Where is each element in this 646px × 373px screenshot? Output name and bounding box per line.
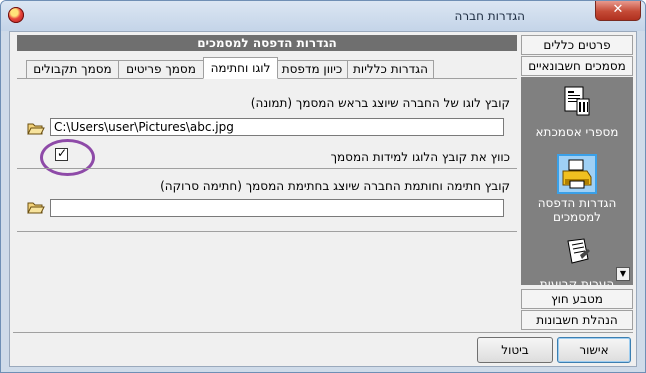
main-content: הגדרות הדפסה למסמכים הגדרות כלליות כיוון… xyxy=(17,35,517,331)
tab-receipts-document[interactable]: מסמך תקבולים xyxy=(26,60,119,79)
nav-item-label-line1: הגדרות הדפסה xyxy=(537,196,617,210)
app-logo-icon xyxy=(8,7,24,23)
folder-open-icon[interactable] xyxy=(27,120,45,136)
settings-nav: פרטים כללים מסמכים חשבונאיים מספרי אסמכת… xyxy=(521,35,633,331)
signature-path-input[interactable] xyxy=(50,199,504,217)
nav-documents-panel: מספרי אסמכתא הגדרות הדפסה למסמכים הערות … xyxy=(521,77,633,285)
notes-icon xyxy=(567,238,590,264)
signature-file-label: קובץ חתימה וחותמת החברה שיוצג בחתימת המס… xyxy=(160,179,510,193)
tab-printer-orientation[interactable]: כיוון מדפסת xyxy=(276,60,348,79)
printer-icon xyxy=(562,159,592,189)
cancel-button[interactable]: ביטול xyxy=(477,337,553,363)
nav-item-label: מספרי אסמכתא xyxy=(535,125,619,139)
nav-general-details[interactable]: פרטים כללים xyxy=(521,35,633,55)
tab-general-settings[interactable]: הגדרות כלליות xyxy=(347,60,434,79)
shrink-logo-label: כווץ את קובץ הלוגו למידות המסמך xyxy=(330,150,510,164)
shrink-logo-checkbox[interactable]: ✓ xyxy=(55,146,68,161)
nav-item-print-settings[interactable]: הגדרות הדפסה למסמכים xyxy=(521,154,633,224)
logo-path-input[interactable]: C:\Users\user\Pictures\abc.jpg xyxy=(50,118,504,136)
tab-items-document[interactable]: מסמך פריטים xyxy=(118,60,204,79)
scroll-down-button[interactable]: ▼ xyxy=(616,267,630,281)
section-title: הגדרות הדפסה למסמכים xyxy=(17,35,517,51)
selected-frame xyxy=(557,154,597,194)
section-divider xyxy=(17,168,517,169)
document-numbering-icon xyxy=(564,86,590,116)
nav-accounting-documents[interactable]: מסמכים חשבונאיים xyxy=(521,56,633,76)
title-bar[interactable]: הגדרות חברה ✕ xyxy=(1,1,645,31)
nav-foreign-currency[interactable]: מטבע חוץ xyxy=(521,289,633,309)
section-divider-bottom xyxy=(17,231,517,232)
ok-button[interactable]: אישור xyxy=(557,337,631,363)
settings-window: הגדרות חברה ✕ פרטים כללים מסמכים חשבונאי… xyxy=(0,0,646,373)
dialog-body: פרטים כללים מסמכים חשבונאיים מספרי אסמכת… xyxy=(9,31,637,367)
window-title: הגדרות חברה xyxy=(454,9,525,23)
nav-item-reference-numbers[interactable]: מספרי אסמכתא xyxy=(521,85,633,139)
check-mark-icon: ✓ xyxy=(57,146,68,160)
footer-divider xyxy=(13,332,633,333)
logo-file-label: קובץ לוגו של החברה שיוצג בראש המסמך (תמו… xyxy=(250,96,510,110)
tab-logo-signature[interactable]: לוגו וחתימה xyxy=(203,57,278,79)
close-button[interactable]: ✕ xyxy=(595,1,641,21)
nav-bookkeeping[interactable]: הנהלת חשבונות xyxy=(521,310,633,330)
nav-item-label-line2: למסמכים xyxy=(553,210,601,224)
folder-open-icon[interactable] xyxy=(27,199,45,215)
